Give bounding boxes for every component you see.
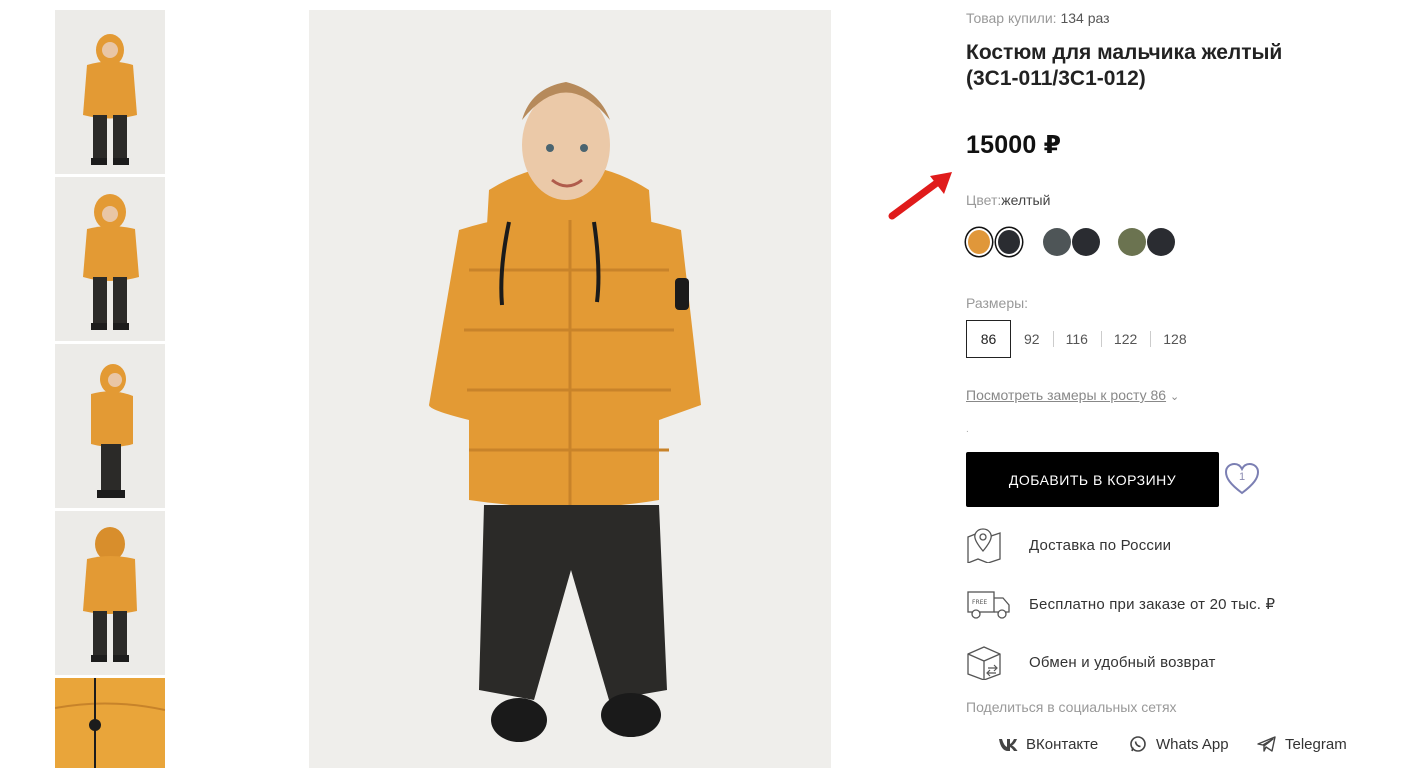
vk-icon [999,739,1018,751]
thumbnail-detail[interactable] [55,678,165,768]
feature-returns: Обмен и удобный возврат [966,644,1216,680]
color-value: желтый [1001,192,1051,208]
swatch-color-gray [1043,228,1071,256]
thumbnail-front[interactable] [55,10,165,174]
purchased-label: Товар купили: [966,10,1057,26]
separator-dot: . [966,424,969,435]
share-whatsapp-link[interactable]: Whats App [1127,735,1229,753]
product-title: Костюм для мальчика желтый (3С1-011/3С1-… [966,41,1283,90]
share-vk-link[interactable]: ВКонтакте [997,735,1098,753]
swatch-gray-black[interactable] [1043,228,1101,258]
map-pin-icon [967,528,1001,563]
purchased-value: 134 раз [1060,10,1110,26]
thumbnail-back[interactable] [55,511,165,675]
thumbnail-hood[interactable] [55,177,165,341]
whatsapp-icon [1130,736,1146,752]
add-to-cart-button[interactable]: ДОБАВИТЬ В КОРЗИНУ [966,452,1219,507]
swatch-color-black [1147,228,1175,256]
measurements-link[interactable]: Посмотреть замеры к росту 86 ⌄ [966,387,1179,403]
svg-text:FREE: FREE [972,599,987,606]
share-telegram-link[interactable]: Telegram [1256,735,1347,753]
main-product-image [309,10,831,768]
delivery-truck-icon: FREE [967,591,1010,619]
feature-delivery: Доставка по России [966,527,1171,563]
feature-delivery-text: Доставка по России [1029,536,1172,554]
red-arrow-annotation [888,172,952,220]
swatch-color-olive [1118,228,1146,256]
feature-free-shipping-text: Бесплатно при заказе от 20 тыс. ₽ [1029,596,1276,613]
color-swatches [966,228,1176,258]
feature-free-shipping: FREE Бесплатно при заказе от 20 тыс. ₽ [966,586,1275,622]
size-option-116[interactable]: 116 [1052,320,1101,358]
telegram-icon [1257,736,1276,752]
swatch-olive-black[interactable] [1118,228,1176,258]
swatch-color-yellow [966,228,992,256]
sizes-label: Размеры: [966,295,1029,311]
feature-returns-text: Обмен и удобный возврат [1029,653,1216,671]
share-vk-label: ВКонтакте [1026,735,1099,753]
return-box-icon [967,646,1001,680]
purchased-count: Товар купили: 134 раз [966,10,1110,26]
size-option-122[interactable]: 122 [1100,320,1150,358]
share-telegram-label: Telegram [1285,735,1347,753]
favorite-button[interactable]: 1 [1224,462,1260,496]
color-label-text: Цвет: [966,192,1002,208]
swatch-color-black [996,228,1022,256]
measurements-link-text: Посмотреть замеры к росту 86 [966,387,1167,403]
swatch-yellow-black[interactable] [966,228,1026,258]
size-option-128[interactable]: 128 [1150,320,1199,358]
share-whatsapp-label: Whats App [1156,735,1229,753]
size-selector: 86 92 116 122 128 [966,320,1200,358]
thumbnail-side[interactable] [55,344,165,508]
share-label: Поделиться в социальных сетях [966,699,1177,715]
color-label: Цвет:желтый [966,192,1050,208]
favorites-count: 1 [1238,471,1246,483]
size-option-92[interactable]: 92 [1011,320,1053,358]
size-option-86[interactable]: 86 [966,320,1011,358]
swatch-color-black [1072,228,1100,256]
chevron-down-icon: ⌄ [1170,391,1180,403]
product-price: 15000 ₽ [966,131,1062,159]
thumbnail-gallery [55,10,165,768]
